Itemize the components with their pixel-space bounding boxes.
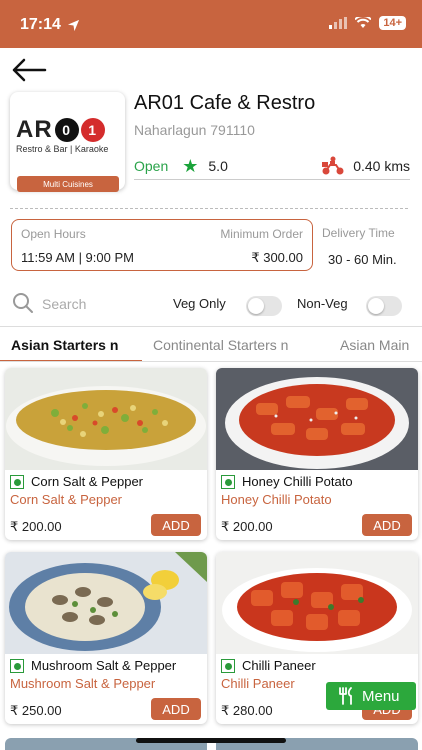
item-title: Honey Chilli Potato: [242, 474, 353, 489]
star-icon: ★: [182, 155, 199, 176]
food-image: [216, 368, 418, 470]
menu-item-card[interactable]: Corn Salt & Pepper Corn Salt & Pepper ₹ …: [5, 368, 207, 540]
delivery-scooter-icon: [322, 156, 344, 175]
tab-asian-main[interactable]: Asian Main: [340, 337, 409, 353]
menu-button-label: Menu: [362, 687, 400, 705]
battery-indicator: 14+: [379, 16, 406, 30]
menu-item-card[interactable]: Mushroom Salt & Pepper Mushroom Salt & P…: [5, 552, 207, 724]
logo-digit-zero: 0: [54, 118, 79, 142]
arrow-left-icon: [12, 58, 47, 82]
veg-icon: [10, 475, 24, 489]
rating-value: 5.0: [208, 158, 228, 174]
item-title: Mushroom Salt & Pepper: [31, 658, 177, 673]
food-image: [5, 552, 207, 654]
status-row: Open ★ 5.0 0.40 kms: [134, 154, 410, 178]
item-title: Corn Salt & Pepper: [31, 474, 144, 489]
min-order-value: ₹ 300.00: [251, 250, 303, 265]
filter-row: Search Veg Only Non-Veg: [12, 290, 412, 320]
item-subtitle: Chilli Paneer: [221, 676, 295, 691]
restaurant-name: AR01 Cafe & Restro: [134, 92, 316, 114]
menu-item-card[interactable]: Honey Chilli Potato Honey Chilli Potato …: [216, 368, 418, 540]
item-price: ₹ 200.00: [10, 519, 62, 534]
cuisine-badge: Multi Cuisines: [17, 176, 119, 192]
min-order-label: Minimum Order: [220, 227, 303, 241]
item-price: ₹ 250.00: [10, 703, 62, 718]
restaurant-header: AR 0 1 Restro & Bar | Karaoke Multi Cuis…: [10, 92, 410, 192]
restaurant-location: Naharlagun 791110: [134, 122, 255, 138]
veg-icon: [221, 475, 235, 489]
item-subtitle: Mushroom Salt & Pepper: [10, 676, 156, 691]
logo-subtitle: Restro & Bar | Karaoke: [16, 144, 109, 154]
menu-button[interactable]: Menu: [326, 682, 416, 710]
logo-digit-one: 1: [80, 118, 105, 142]
item-price: ₹ 280.00: [221, 703, 273, 718]
add-button[interactable]: ADD: [151, 514, 201, 536]
dashed-divider: [10, 208, 408, 209]
back-button[interactable]: [10, 56, 48, 84]
delivery-time: Delivery Time 30 - 60 Min.: [322, 226, 412, 267]
add-button[interactable]: ADD: [362, 514, 412, 536]
food-image: [5, 368, 207, 470]
open-hours-label: Open Hours: [21, 227, 86, 241]
search-icon[interactable]: [12, 292, 34, 314]
home-indicator: [136, 738, 286, 743]
logo-letters: AR: [16, 116, 53, 143]
fork-knife-icon: [339, 687, 352, 705]
veg-only-toggle[interactable]: [246, 296, 282, 316]
search-input[interactable]: Search: [42, 296, 86, 312]
item-title: Chilli Paneer: [242, 658, 316, 673]
distance-value: 0.40 kms: [353, 158, 410, 174]
food-image: [216, 552, 418, 654]
open-hours-value: 11:59 AM | 9:00 PM: [21, 250, 134, 265]
restaurant-logo: AR 0 1 Restro & Bar | Karaoke Multi Cuis…: [10, 92, 125, 192]
signal-icon: [329, 17, 348, 29]
non-veg-label: Non-Veg: [297, 296, 348, 311]
hours-order-box: Open Hours Minimum Order 11:59 AM | 9:00…: [11, 219, 313, 271]
divider: [134, 179, 410, 180]
active-tab-indicator: [0, 360, 142, 361]
veg-icon: [221, 659, 235, 673]
wifi-icon: [355, 17, 372, 28]
status-bar: 17:14 14+: [0, 0, 422, 48]
tab-asian-starters[interactable]: Asian Starters n: [11, 337, 118, 353]
category-tabs: Asian Starters n Continental Starters n …: [0, 326, 422, 362]
item-price: ₹ 200.00: [221, 519, 273, 534]
veg-icon: [10, 659, 24, 673]
clock: 17:14: [20, 16, 61, 33]
item-subtitle: Corn Salt & Pepper: [10, 492, 123, 507]
tab-continental-starters[interactable]: Continental Starters n: [153, 337, 288, 353]
delivery-time-label: Delivery Time: [322, 226, 395, 240]
non-veg-toggle[interactable]: [366, 296, 402, 316]
veg-only-label: Veg Only: [173, 296, 226, 311]
item-subtitle: Honey Chilli Potato: [221, 492, 332, 507]
delivery-time-value: 30 - 60 Min.: [328, 252, 397, 267]
location-arrow-icon: [67, 19, 79, 31]
add-button[interactable]: ADD: [151, 698, 201, 720]
open-status: Open: [134, 158, 169, 174]
